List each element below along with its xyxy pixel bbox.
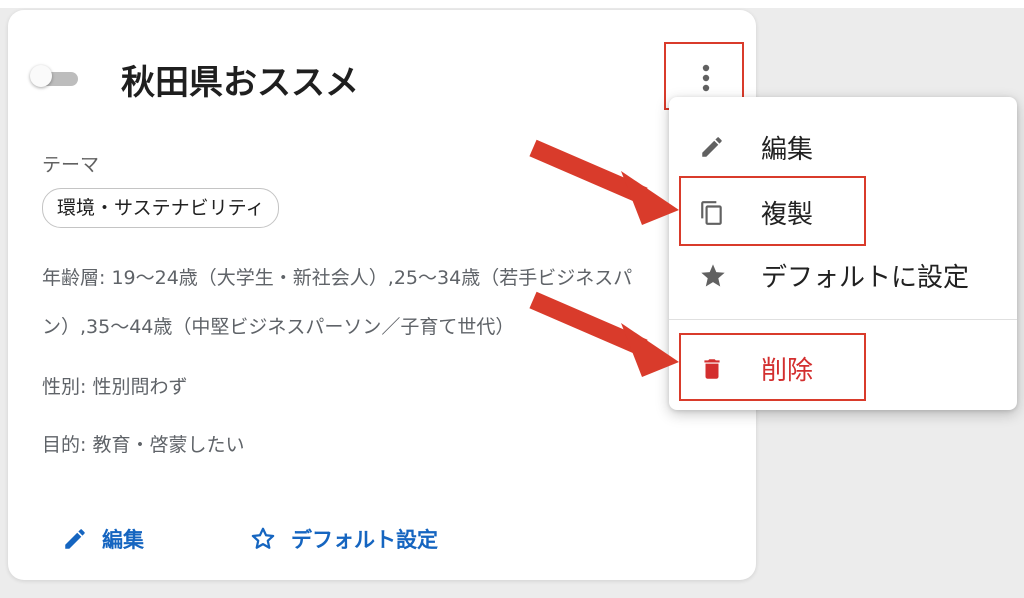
arrow-to-duplicate — [529, 139, 679, 225]
arrow-to-delete — [529, 291, 679, 377]
annotation-arrows — [529, 139, 679, 377]
